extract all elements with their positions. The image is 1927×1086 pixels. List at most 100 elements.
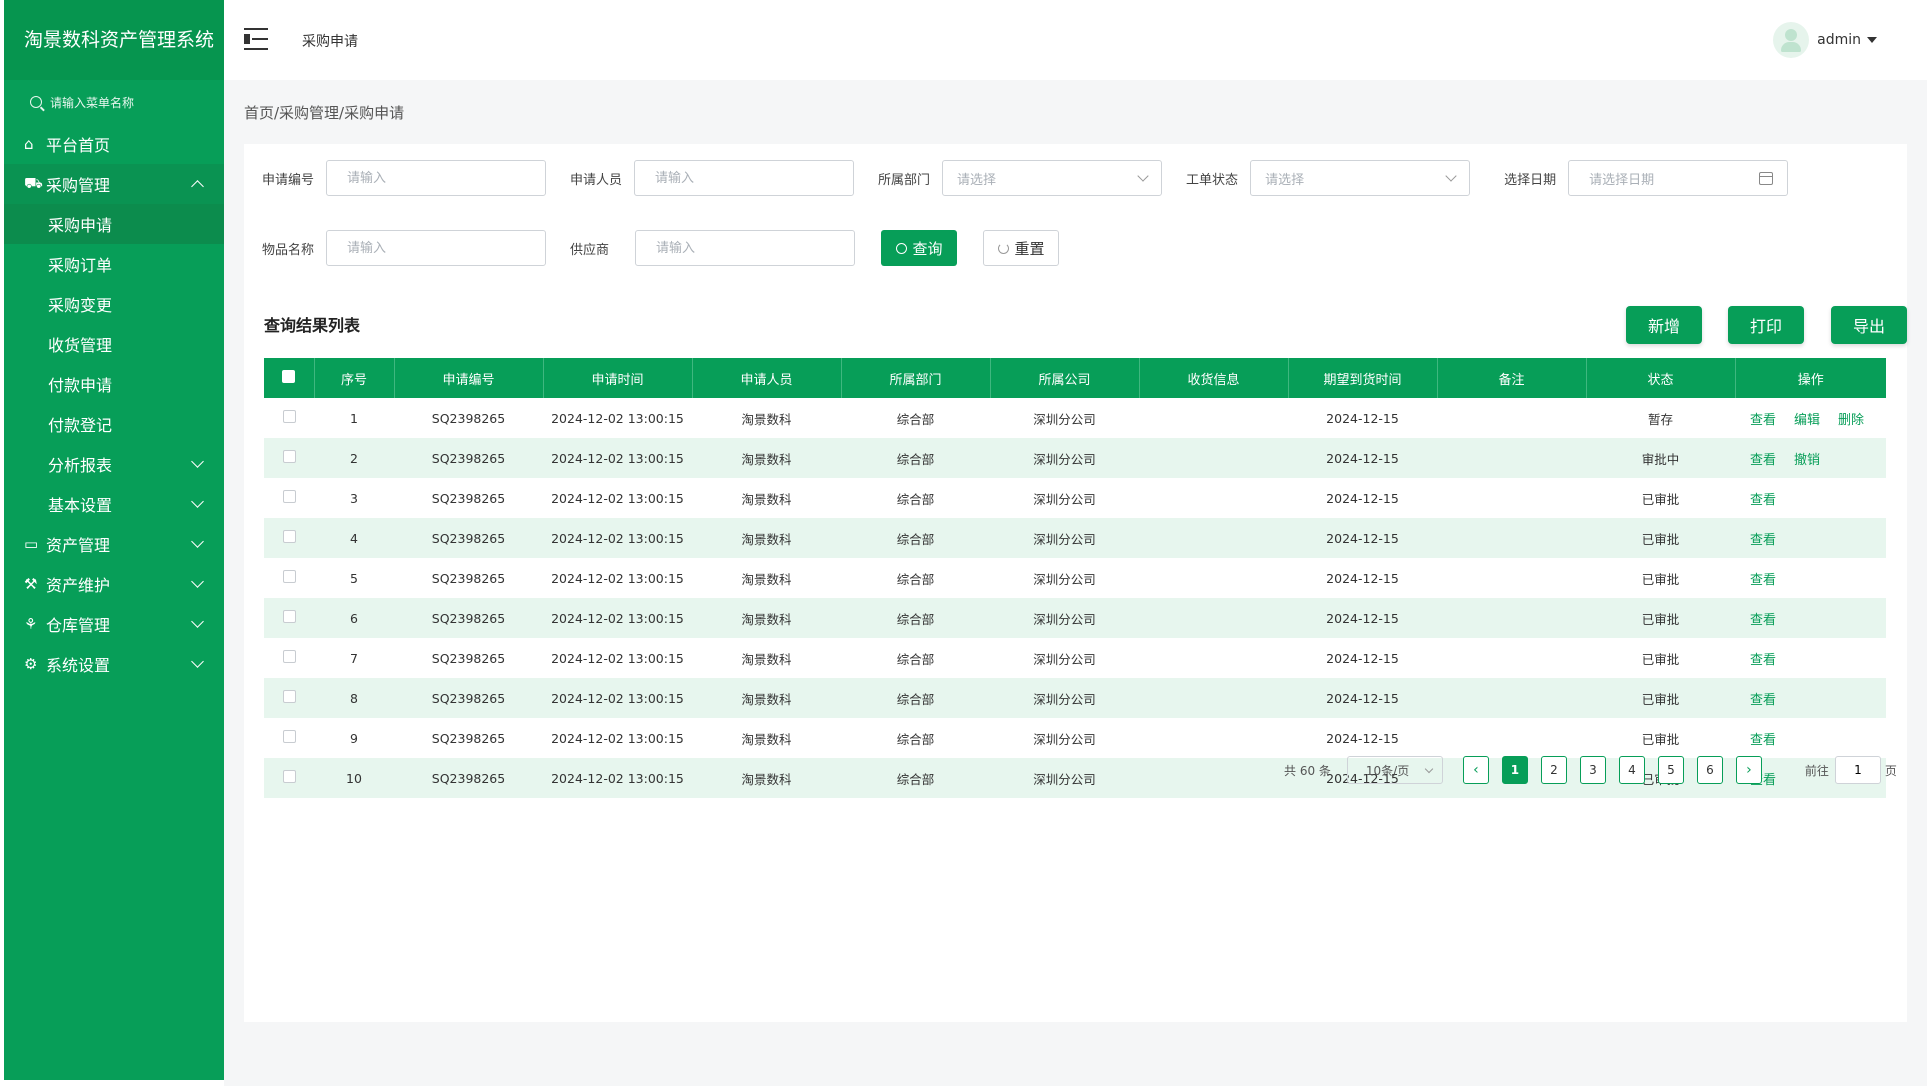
- sidebar-subitem-payment-register[interactable]: 付款登记: [4, 404, 224, 444]
- chevron-up-icon: [191, 180, 204, 193]
- sidebar-item-home[interactable]: ⌂ 平台首页: [4, 124, 224, 164]
- cell-company: 深圳分公司: [990, 678, 1139, 718]
- sidebar-subitem-label: 收货管理: [48, 336, 113, 355]
- menu-toggle-icon[interactable]: [244, 28, 268, 50]
- page-unit-label: 页: [1884, 763, 1897, 778]
- next-page-button[interactable]: ›: [1735, 756, 1762, 784]
- query-button[interactable]: 查询: [881, 230, 958, 266]
- cell-time: 2024-12-02 13:00:15: [551, 650, 684, 666]
- view-link[interactable]: 查看: [1750, 489, 1776, 508]
- supplier-input[interactable]: [635, 230, 856, 266]
- view-link[interactable]: 查看: [1750, 449, 1776, 468]
- view-link[interactable]: 查看: [1750, 729, 1776, 748]
- row-checkbox[interactable]: [282, 770, 296, 783]
- date-picker-placeholder: 请选择日期: [1589, 172, 1655, 188]
- sidebar-subitem-reports[interactable]: 分析报表: [4, 444, 224, 484]
- app-title: 淘景数科资产管理系统: [4, 0, 224, 80]
- apply-no-input[interactable]: [326, 160, 547, 196]
- row-checkbox[interactable]: [282, 570, 296, 583]
- cell-status: 已审批: [1586, 518, 1735, 558]
- view-link[interactable]: 查看: [1750, 409, 1776, 428]
- reset-button-label: 重置: [1014, 240, 1045, 258]
- sidebar-subitem-receipt[interactable]: 收货管理: [4, 324, 224, 364]
- order-status-select[interactable]: 请选择: [1250, 160, 1471, 196]
- cell-code: SQ2398265: [394, 678, 543, 718]
- cell-dept: 综合部: [841, 518, 990, 558]
- row-checkbox[interactable]: [282, 530, 296, 543]
- menu-search-input[interactable]: 请输入菜单名称: [4, 80, 224, 124]
- row-select-cell: [264, 638, 314, 678]
- department-label: 所属部门: [878, 172, 931, 188]
- delete-link[interactable]: 删除: [1838, 409, 1864, 428]
- view-link[interactable]: 查看: [1750, 569, 1776, 588]
- row-checkbox[interactable]: [282, 490, 296, 503]
- cell-expect: 2024-12-15: [1326, 490, 1399, 506]
- monitor-icon: ▭: [24, 535, 39, 553]
- view-link[interactable]: 查看: [1750, 529, 1776, 548]
- page-size-select[interactable]: 10条/页: [1346, 756, 1443, 784]
- cell-remark: [1437, 638, 1586, 678]
- cell-company: 深圳分公司: [990, 438, 1139, 478]
- cell-remark: [1437, 478, 1586, 518]
- reset-button[interactable]: 重置: [983, 230, 1060, 266]
- row-checkbox[interactable]: [282, 450, 296, 463]
- department-select-placeholder: 请选择: [957, 172, 997, 188]
- cell-receipt: [1139, 518, 1288, 558]
- top-header: 采购申请 admin: [224, 0, 1927, 80]
- print-button[interactable]: 打印: [1728, 306, 1804, 344]
- table-row: 7 SQ2398265 2024-12-02 13:00:15 淘景数科 综合部 深圳分公…: [264, 638, 1886, 678]
- page-button-3[interactable]: 3: [1579, 756, 1606, 784]
- column-header: 操作: [1735, 358, 1886, 398]
- cell-code: SQ2398265: [431, 650, 506, 666]
- applicant-input[interactable]: [634, 160, 855, 196]
- search-icon: [895, 242, 907, 254]
- sidebar-subitem-label: 采购变更: [48, 296, 113, 315]
- prev-page-button[interactable]: ‹: [1462, 756, 1489, 784]
- sidebar-subitem-payment-request[interactable]: 付款申请: [4, 364, 224, 404]
- sidebar-subitem-purchase-change[interactable]: 采购变更: [4, 284, 224, 324]
- filter-row-2: 物品名称 供应商 查询 重置: [262, 230, 1060, 266]
- chevron-down-icon: [191, 535, 204, 548]
- goto-page-input[interactable]: [1834, 756, 1881, 784]
- sidebar-subitem-purchase-request[interactable]: 采购申请: [4, 204, 224, 244]
- caret-down-icon: [1867, 37, 1877, 43]
- add-button[interactable]: 新增: [1626, 306, 1702, 344]
- sidebar-subitem-purchase-order[interactable]: 采购订单: [4, 244, 224, 284]
- view-link[interactable]: 查看: [1750, 689, 1776, 708]
- sidebar-item-assets[interactable]: ▭ 资产管理: [4, 524, 224, 564]
- export-button[interactable]: 导出: [1831, 306, 1907, 344]
- page-button-5[interactable]: 5: [1657, 756, 1684, 784]
- select-all-checkbox[interactable]: [282, 369, 296, 383]
- edit-link[interactable]: 编辑: [1794, 409, 1820, 428]
- cell-expect: 2024-12-15: [1288, 678, 1437, 718]
- cell-remark: [1437, 518, 1586, 558]
- page-button-1[interactable]: 1: [1501, 756, 1528, 784]
- list-title: 查询结果列表: [264, 316, 361, 335]
- sidebar-item-warehouse[interactable]: ⚘ 仓库管理: [4, 604, 224, 644]
- view-link[interactable]: 查看: [1750, 609, 1776, 628]
- department-select[interactable]: 请选择: [942, 160, 1163, 196]
- row-checkbox[interactable]: [282, 650, 296, 663]
- sidebar-item-purchase[interactable]: ⛟ 采购管理: [4, 164, 224, 204]
- row-checkbox[interactable]: [282, 410, 296, 423]
- page-button-4[interactable]: 4: [1618, 756, 1645, 784]
- view-link[interactable]: 查看: [1750, 649, 1776, 668]
- revoke-link[interactable]: 撤销: [1794, 449, 1820, 468]
- sidebar-item-system-settings[interactable]: ⚙ 系统设置: [4, 644, 224, 684]
- row-checkbox[interactable]: [282, 690, 296, 703]
- cell-expect: 2024-12-15: [1326, 650, 1399, 666]
- sidebar-subitem-basic-settings[interactable]: 基本设置: [4, 484, 224, 524]
- sidebar-item-maintenance[interactable]: ⚒ 资产维护: [4, 564, 224, 604]
- item-name-input[interactable]: [326, 230, 547, 266]
- select-all-header[interactable]: [264, 358, 315, 398]
- page-button-6[interactable]: 6: [1696, 756, 1723, 784]
- row-checkbox[interactable]: [282, 730, 296, 743]
- date-picker[interactable]: 请选择日期: [1568, 160, 1789, 196]
- cell-applicant: 淘景数科: [741, 411, 792, 427]
- cell-code: SQ2398265: [431, 730, 506, 746]
- user-menu[interactable]: admin: [1773, 22, 1877, 58]
- page-button-2[interactable]: 2: [1540, 756, 1567, 784]
- avatar: [1773, 22, 1810, 58]
- row-checkbox[interactable]: [282, 610, 296, 623]
- cell-expect: 2024-12-15: [1326, 570, 1399, 586]
